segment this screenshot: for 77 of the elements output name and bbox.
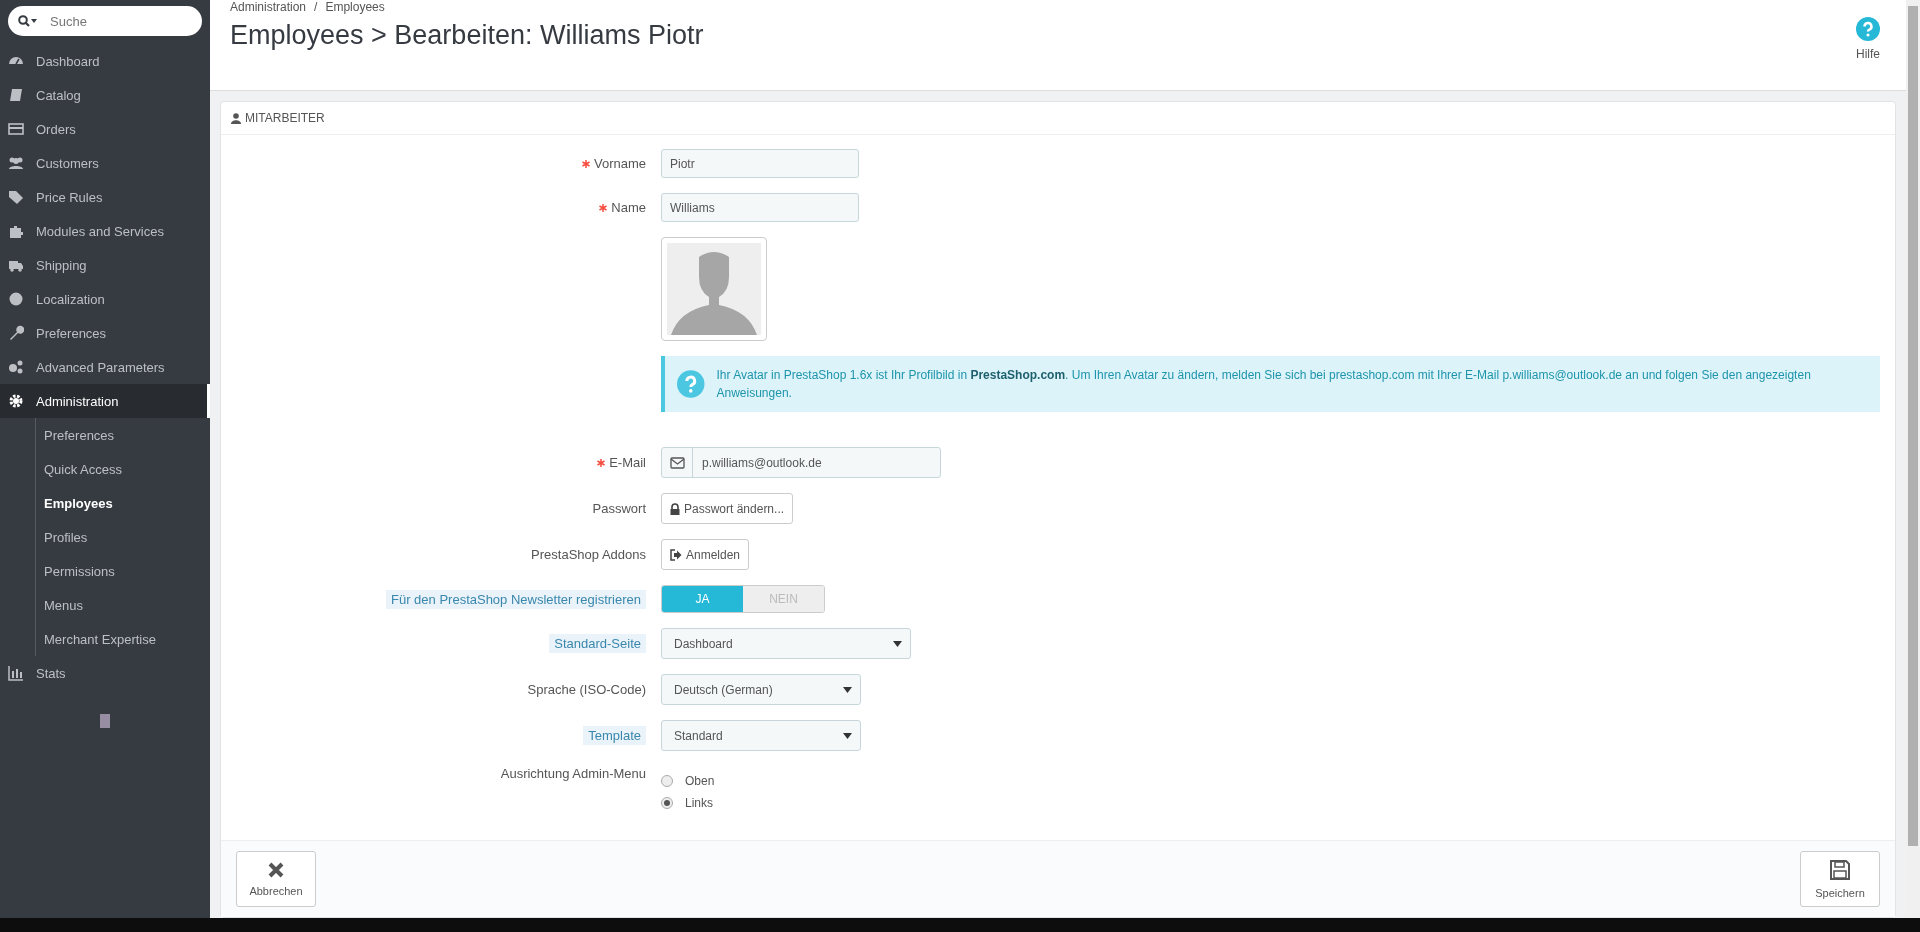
sidebar-item[interactable]: Dashboard bbox=[0, 44, 210, 78]
required-icon bbox=[581, 159, 590, 168]
email-field-box[interactable]: p.williams@outlook.de bbox=[661, 447, 941, 478]
sign-in-icon bbox=[670, 548, 682, 561]
caret-icon bbox=[843, 686, 852, 693]
card-icon bbox=[8, 121, 24, 137]
search-icon bbox=[18, 15, 38, 27]
field-label: E-Mail bbox=[609, 455, 646, 470]
radio-label[interactable]: Links bbox=[685, 796, 713, 810]
field-label: Sprache (ISO-Code) bbox=[527, 682, 646, 697]
bar-chart-icon bbox=[8, 665, 24, 681]
save-button[interactable]: Speichern bbox=[1800, 851, 1880, 907]
caret-icon bbox=[843, 732, 852, 739]
radio-button[interactable] bbox=[661, 775, 673, 787]
search-box[interactable]: Suche bbox=[8, 6, 202, 36]
sidebar-subitem[interactable]: Employees bbox=[36, 486, 210, 520]
sidebar-subitem[interactable]: Quick Access bbox=[36, 452, 210, 486]
field-label: Vorname bbox=[593, 156, 646, 171]
help-button[interactable]: Hilfe bbox=[1850, 16, 1886, 90]
required-icon bbox=[599, 203, 608, 212]
sidebar-item[interactable]: Catalog bbox=[0, 78, 210, 112]
action-button[interactable]: Anmelden bbox=[661, 539, 750, 570]
help-icon bbox=[1856, 17, 1880, 41]
text-field[interactable]: Williams bbox=[661, 193, 859, 222]
field-label: Ausrichtung Admin-Menu bbox=[500, 766, 646, 781]
select-field[interactable]: Deutsch (German) bbox=[661, 674, 861, 705]
breadcrumb-separator: / bbox=[314, 0, 318, 14]
action-button[interactable]: Passwort ändern... bbox=[661, 493, 794, 524]
gear-icon bbox=[8, 393, 24, 409]
page-title: Employees > Bearbeiten: Williams Piotr bbox=[230, 20, 704, 51]
avatar-silhouette-icon bbox=[667, 243, 761, 335]
sidebar-item[interactable]: Administration bbox=[0, 384, 210, 418]
sidebar-item[interactable]: Price Rules bbox=[0, 180, 210, 214]
sidebar-item[interactable]: Localization bbox=[0, 282, 210, 316]
sidebar-item[interactable]: Orders bbox=[0, 112, 210, 146]
sidebar-subitem[interactable]: Preferences bbox=[36, 418, 210, 452]
envelope-icon bbox=[669, 456, 685, 469]
info-text: Ihr Avatar in PrestaShop 1.6x ist Ihr Profilbild in PrestaShop.com. Um Ihren Avatar zu ändern, melden Sie sich bei prestashop.com mit Ihrer E-Mail p.williams@outlook.de an und folgen Sie den angezeigten Anweisungen. bbox=[716, 367, 1812, 402]
sidebar-item[interactable]: Modules and Services bbox=[0, 214, 210, 248]
tag-icon bbox=[8, 189, 24, 205]
user-icon bbox=[231, 112, 241, 124]
lock-icon bbox=[670, 502, 680, 515]
sidebar-item[interactable]: Customers bbox=[0, 146, 210, 180]
help-icon bbox=[677, 370, 705, 398]
close-icon bbox=[267, 861, 285, 879]
field-label: Standard-Seite bbox=[549, 634, 646, 653]
scrollbar[interactable] bbox=[1906, 0, 1920, 918]
sidebar-subitem[interactable]: Profiles bbox=[36, 520, 210, 554]
cancel-button[interactable]: Abbrechen bbox=[236, 851, 316, 907]
field-label: Template bbox=[583, 726, 646, 745]
panel-title: MITARBEITER bbox=[245, 111, 325, 125]
sidebar-subitem[interactable]: Menus bbox=[36, 588, 210, 622]
puzzle-icon bbox=[8, 223, 24, 239]
radio-button[interactable] bbox=[661, 797, 673, 809]
sidebar-item[interactable]: Advanced Parameters bbox=[0, 350, 210, 384]
sidebar-item[interactable]: Stats bbox=[0, 656, 210, 690]
caret-icon bbox=[893, 640, 902, 647]
radio-label[interactable]: Oben bbox=[685, 774, 715, 788]
text-field[interactable]: Piotr bbox=[661, 149, 859, 178]
select-field[interactable]: Dashboard bbox=[661, 628, 911, 659]
sidebar-item[interactable]: Shipping bbox=[0, 248, 210, 282]
search-field[interactable]: Suche bbox=[48, 12, 172, 30]
gears-icon bbox=[8, 359, 24, 375]
required-icon bbox=[597, 458, 606, 467]
breadcrumb-link[interactable]: Administration bbox=[230, 0, 307, 14]
wrench-icon bbox=[8, 325, 24, 341]
sidebar-subitem[interactable]: Merchant Expertise bbox=[36, 622, 210, 656]
sidebar-item[interactable]: Preferences bbox=[0, 316, 210, 350]
sidebar-subitem[interactable]: Permissions bbox=[36, 554, 210, 588]
select-field[interactable]: Standard bbox=[661, 720, 861, 751]
field-label: Für den PrestaShop Newsletter registrieren bbox=[386, 589, 646, 609]
field-label: Name bbox=[611, 200, 646, 215]
field-label: Passwort bbox=[592, 501, 646, 516]
users-icon bbox=[8, 155, 24, 171]
breadcrumb-link[interactable]: Employees bbox=[325, 0, 385, 14]
email-field[interactable]: p.williams@outlook.de bbox=[693, 448, 940, 477]
field-label: PrestaShop Addons bbox=[531, 547, 646, 562]
